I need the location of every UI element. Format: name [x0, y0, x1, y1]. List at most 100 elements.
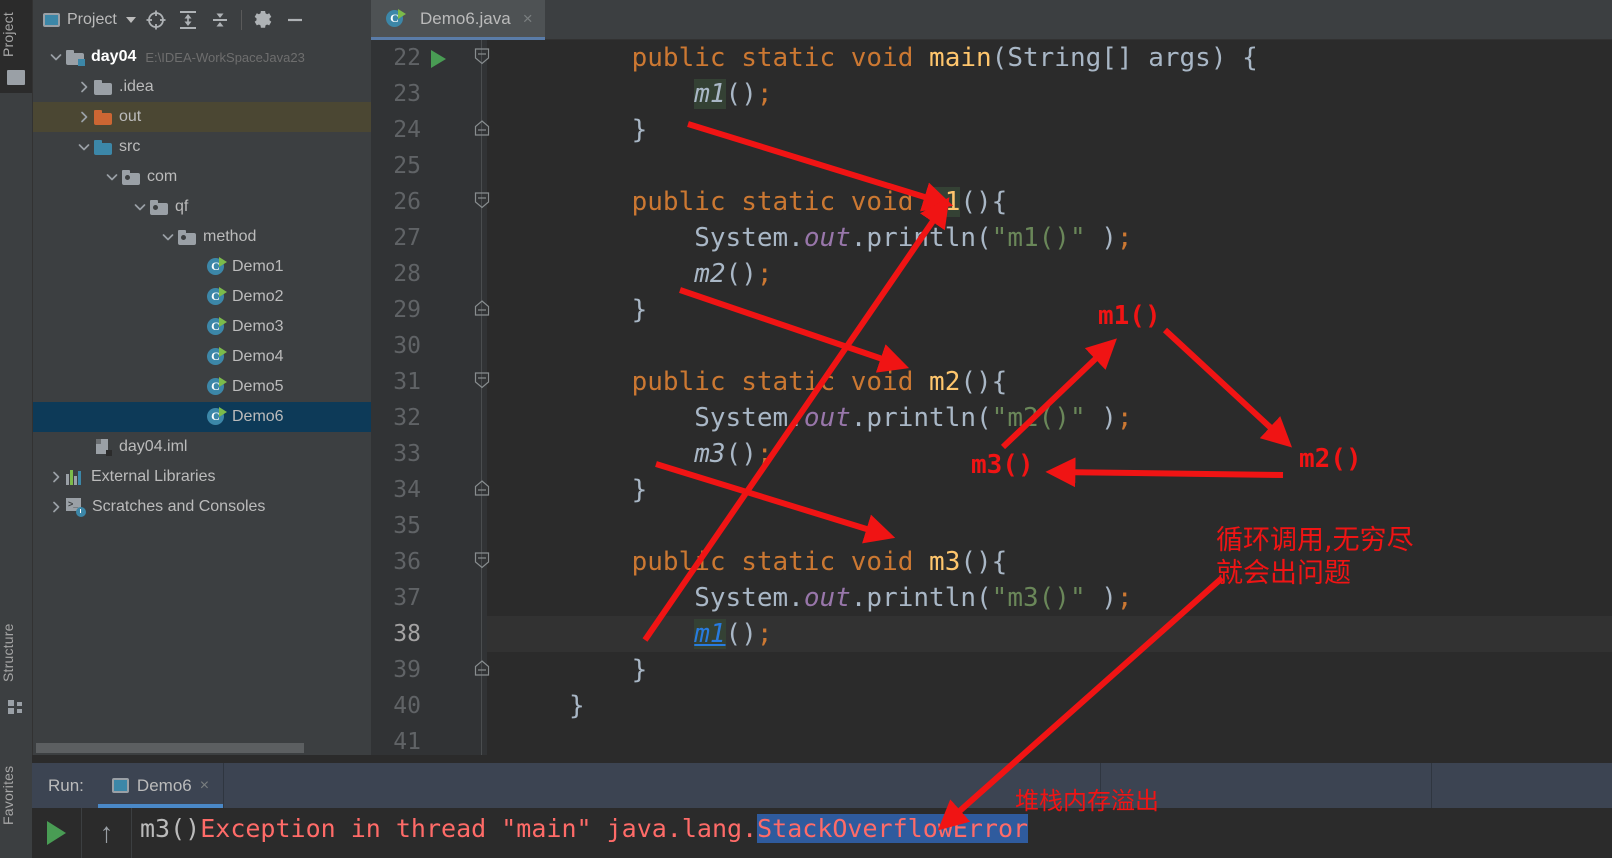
- code-token: }: [569, 655, 648, 685]
- code-line[interactable]: }: [487, 688, 1612, 724]
- console-side-toolbar: ↑: [32, 808, 132, 858]
- line-number: 30: [393, 333, 421, 359]
- code-line[interactable]: public static void m2(){: [487, 364, 1612, 400]
- code-token: (): [725, 619, 757, 649]
- tree-node-demo6[interactable]: C Demo6: [32, 402, 371, 432]
- hide-tool-window-button[interactable]: [280, 5, 310, 35]
- project-tree[interactable]: day04 E:\IDEA-WorkSpaceJava23 .idea out src c…: [32, 40, 371, 741]
- locate-icon: [146, 10, 166, 30]
- tree-expander[interactable]: [158, 230, 178, 244]
- close-icon[interactable]: ×: [200, 777, 209, 795]
- run-tab-demo6[interactable]: Demo6 ×: [97, 763, 224, 808]
- code-line[interactable]: public static void m1(){: [487, 184, 1612, 220]
- project-toolbar: Project: [32, 0, 371, 40]
- tree-node-out[interactable]: out: [32, 102, 371, 132]
- gutter-line: 34: [371, 472, 490, 508]
- code-line[interactable]: m1();: [487, 76, 1612, 112]
- tool-window-button-project[interactable]: Project: [0, 0, 32, 93]
- tree-expander[interactable]: [74, 140, 94, 154]
- scroll-up-button[interactable]: ↑: [82, 808, 132, 858]
- tree-expander[interactable]: [74, 80, 94, 94]
- editor-code-body[interactable]: public static void main(String[] args) {…: [487, 40, 1612, 755]
- code-token: System.: [569, 403, 804, 433]
- editor-tab-bar: C Demo6.java ×: [371, 0, 1612, 40]
- tool-window-button-structure[interactable]: Structure: [0, 612, 32, 714]
- tree-expander[interactable]: [102, 170, 122, 184]
- code-line[interactable]: }: [487, 292, 1612, 328]
- code-line[interactable]: [487, 724, 1612, 755]
- tree-expander[interactable]: [74, 110, 94, 124]
- tree-node-day04-iml[interactable]: day04.iml: [32, 432, 371, 462]
- gutter-line: 28: [371, 256, 487, 292]
- tree-node-src[interactable]: src: [32, 132, 371, 162]
- editor-tab-demo6[interactable]: C Demo6.java ×: [371, 0, 545, 40]
- code-line[interactable]: }: [487, 652, 1612, 688]
- tree-node-label: Demo3: [232, 318, 284, 335]
- code-line[interactable]: public static void main(String[] args) {: [487, 40, 1612, 76]
- folder-icon: [94, 79, 112, 95]
- line-number: 24: [393, 117, 421, 143]
- code-editor[interactable]: 22 23 24 25 26 27 28 29 30 31 32 33 34 35 36 37 38 39 40 41…: [371, 40, 1612, 755]
- code-line[interactable]: m3();: [487, 436, 1612, 472]
- tree-node-demo3[interactable]: C Demo3: [32, 312, 371, 342]
- expand-all-button[interactable]: [173, 5, 203, 35]
- code-line[interactable]: public static void m3(){: [487, 544, 1612, 580]
- run-gutter-icon[interactable]: [431, 50, 446, 68]
- gutter-line: 33: [371, 436, 487, 472]
- code-line[interactable]: m1();: [487, 616, 1612, 652]
- tree-expander[interactable]: [130, 200, 150, 214]
- settings-button[interactable]: [248, 5, 278, 35]
- collapse-all-button[interactable]: [205, 5, 235, 35]
- line-number: 26: [393, 189, 421, 215]
- tree-node-scratches-and-consoles[interactable]: >_ Scratches and Consoles: [32, 492, 371, 522]
- scrollbar-thumb[interactable]: [36, 743, 304, 753]
- project-view-selector[interactable]: Project: [40, 9, 139, 31]
- tree-node-label: com: [147, 168, 178, 185]
- editor-gutter[interactable]: 22 23 24 25 26 27 28 29 30 31 32 33 34 35 36 37 38 39 40 41: [371, 40, 490, 755]
- tree-node-day04[interactable]: day04 E:\IDEA-WorkSpaceJava23: [32, 42, 371, 72]
- code-line[interactable]: [487, 148, 1612, 184]
- code-line[interactable]: System.out.println("m3()" );: [487, 580, 1612, 616]
- tree-node-demo1[interactable]: C Demo1: [32, 252, 371, 282]
- tool-window-button-favorites[interactable]: Favorites: [0, 745, 32, 845]
- gutter-line: 22: [371, 40, 490, 76]
- tree-expander[interactable]: [46, 500, 66, 514]
- line-number: 41: [393, 729, 421, 755]
- tree-node-com[interactable]: com: [32, 162, 371, 192]
- tree-expander[interactable]: [46, 50, 66, 64]
- code-token: public static void: [631, 367, 930, 397]
- java-class-icon: C: [206, 407, 227, 427]
- code-line[interactable]: }: [487, 112, 1612, 148]
- run-label: Run:: [48, 775, 84, 795]
- code-line[interactable]: [487, 508, 1612, 544]
- minimize-icon: [287, 18, 302, 22]
- tree-node-qf[interactable]: qf: [32, 192, 371, 222]
- code-line[interactable]: m2();: [487, 256, 1612, 292]
- tree-node--idea[interactable]: .idea: [32, 72, 371, 102]
- tree-expander[interactable]: [46, 470, 66, 484]
- package-folder-icon: [122, 169, 140, 185]
- tree-node-label: .idea: [119, 78, 154, 95]
- line-number: 36: [393, 549, 421, 575]
- collapse-all-icon: [212, 13, 227, 27]
- console-view[interactable]: ↑ m3()Exception in thread "main" java.la…: [32, 808, 1612, 858]
- tree-node-demo2[interactable]: C Demo2: [32, 282, 371, 312]
- tree-node-demo4[interactable]: C Demo4: [32, 342, 371, 372]
- close-icon[interactable]: ×: [523, 9, 533, 29]
- folder-icon: [7, 70, 25, 85]
- locate-file-button[interactable]: [141, 5, 171, 35]
- code-line[interactable]: }: [487, 472, 1612, 508]
- package-folder-icon: [150, 199, 168, 215]
- code-token: String[] args: [1007, 43, 1211, 73]
- tree-node-method[interactable]: method: [32, 222, 371, 252]
- project-horizontal-scrollbar[interactable]: [32, 741, 371, 755]
- code-line[interactable]: System.out.println("m2()" );: [487, 400, 1612, 436]
- tool-window-button-structure-label: Structure: [0, 623, 16, 683]
- code-line[interactable]: System.out.println("m1()" );: [487, 220, 1612, 256]
- line-number: 33: [393, 441, 421, 467]
- rerun-button[interactable]: [32, 808, 82, 858]
- tree-node-external-libraries[interactable]: External Libraries: [32, 462, 371, 492]
- code-line[interactable]: [487, 328, 1612, 364]
- tree-node-demo5[interactable]: C Demo5: [32, 372, 371, 402]
